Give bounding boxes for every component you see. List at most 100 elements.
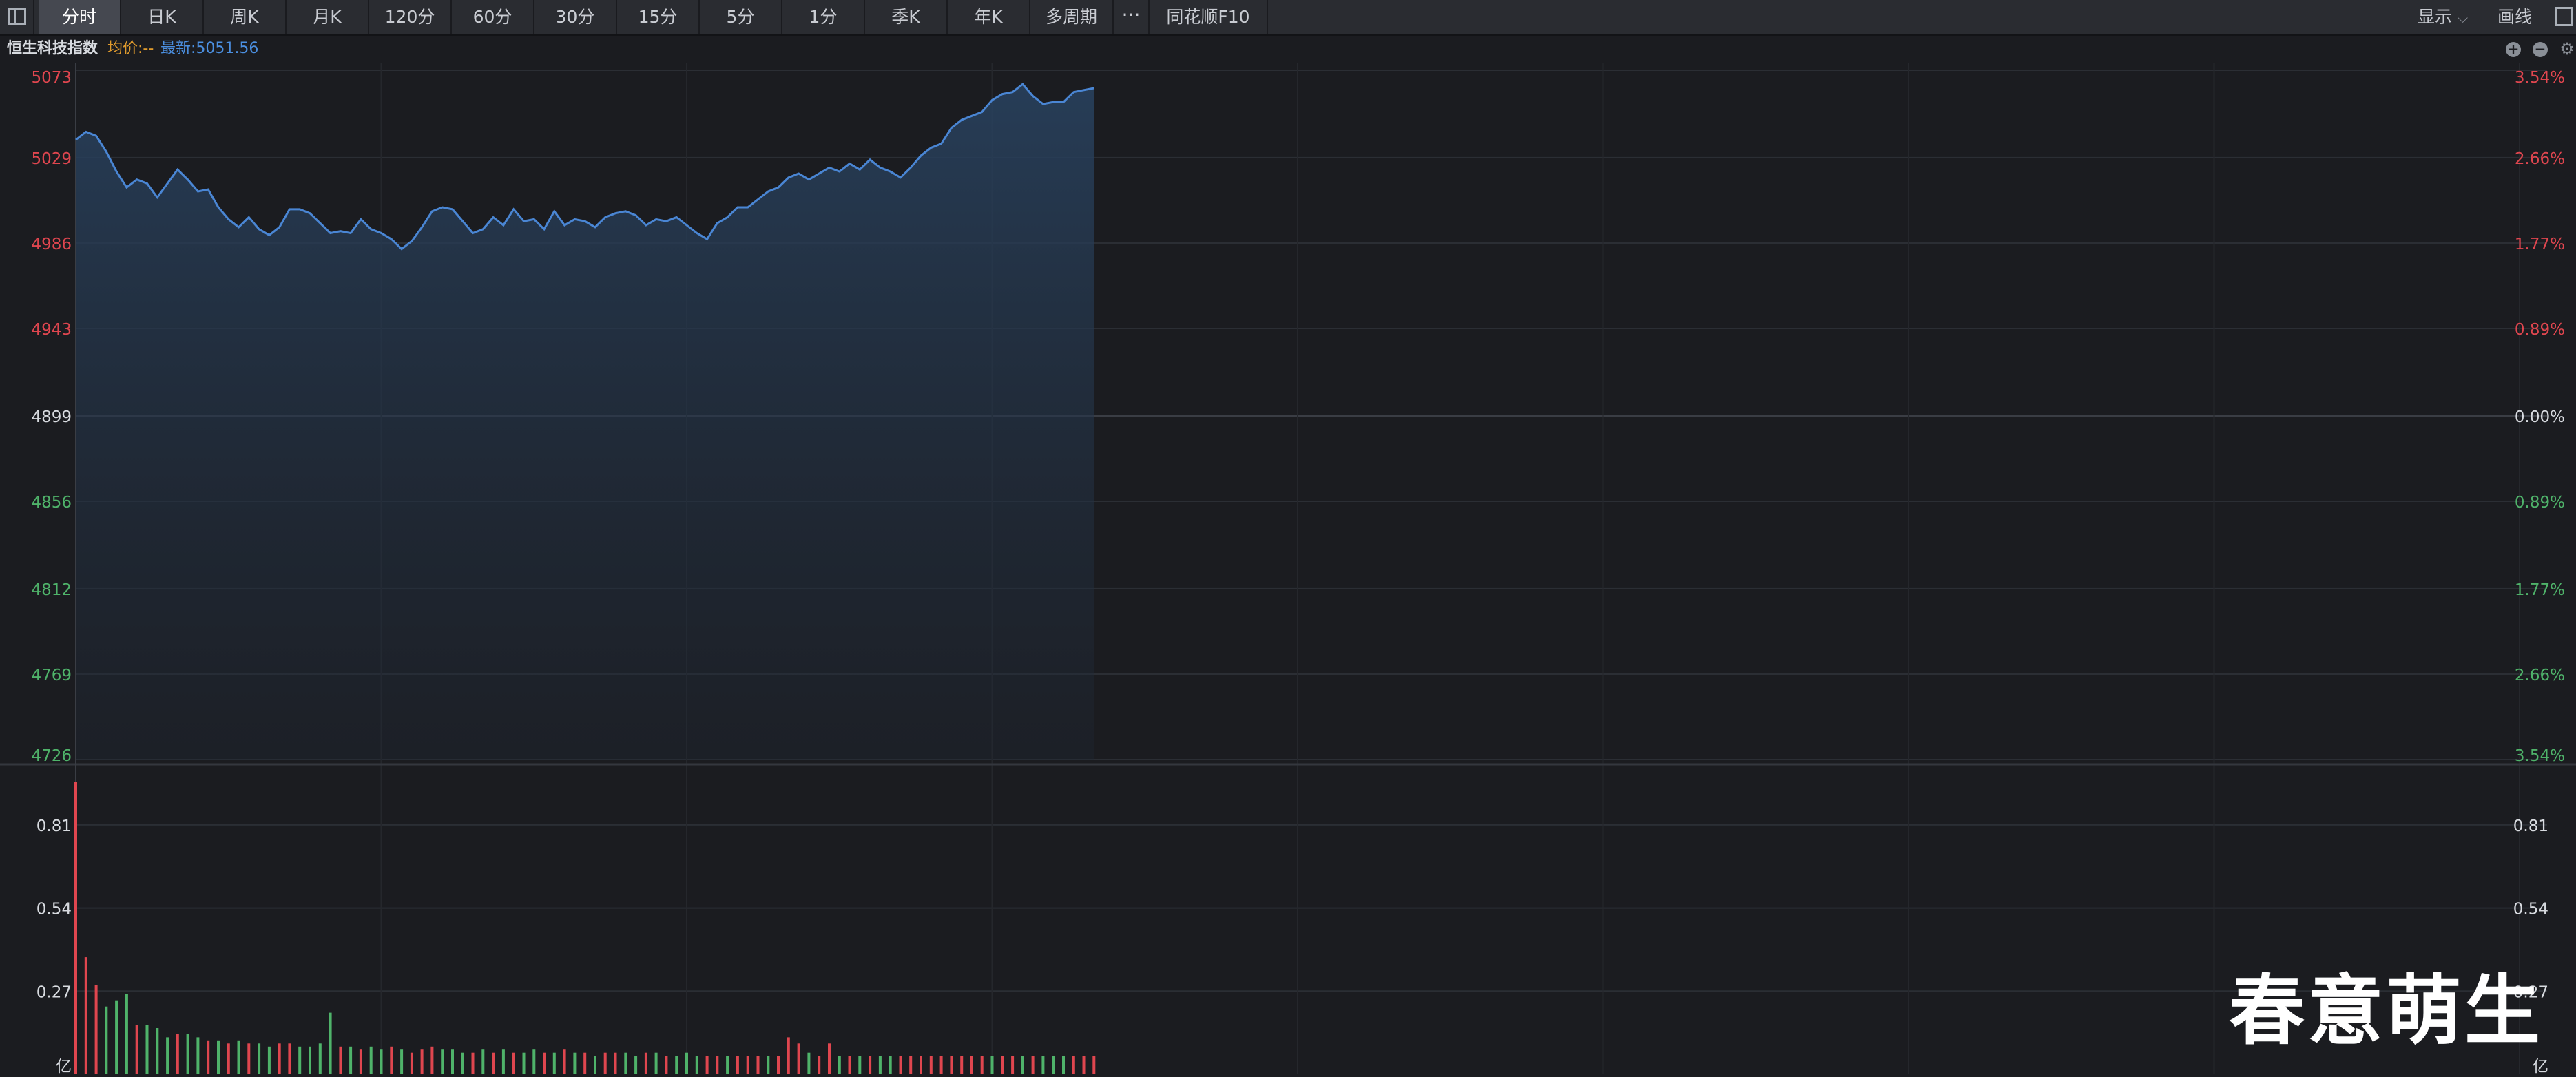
volume-axis-label-right: 亿 — [2533, 1058, 2548, 1076]
volume-bar — [594, 1056, 596, 1074]
volume-bar — [125, 994, 128, 1074]
volume-bar — [929, 1056, 933, 1074]
chart-info-bar: 恒生科技指数 均价:-- 最新:5051.56 + − ⚙ — [0, 36, 2576, 62]
more-icon[interactable]: ··· — [1114, 0, 1150, 34]
volume-bars — [74, 782, 1096, 1074]
volume-bar — [869, 1056, 872, 1074]
volume-bar — [451, 1049, 454, 1074]
tab-quarterly-k[interactable]: 季K — [865, 0, 948, 34]
change-pct-axis-label: 1.77% — [2515, 581, 2565, 599]
price-axis-label: 4943 — [31, 321, 72, 339]
latest-price: 最新:5051.56 — [160, 40, 259, 57]
volume-bar — [258, 1043, 261, 1074]
tab-monthly-k[interactable]: 月K — [287, 0, 369, 34]
volume-bar — [1052, 1056, 1055, 1074]
change-pct-axis-label: 3.54% — [2515, 747, 2565, 765]
volume-bar — [339, 1046, 342, 1074]
price-axis-label: 4856 — [31, 494, 72, 512]
change-pct-axis-label: 0.00% — [2515, 408, 2565, 426]
volume-bar — [828, 1043, 831, 1074]
volume-bar — [644, 1052, 647, 1074]
volume-bar — [186, 1034, 189, 1074]
volume-bar — [1021, 1056, 1024, 1074]
volume-bar — [522, 1052, 526, 1074]
volume-axis-label: 0.81 — [37, 817, 72, 835]
volume-bar — [838, 1056, 841, 1074]
volume-bar — [746, 1056, 749, 1074]
volume-bar — [920, 1056, 922, 1074]
volume-bar — [777, 1056, 780, 1074]
volume-bar — [166, 1037, 169, 1074]
change-pct-axis-label: 0.89% — [2515, 321, 2565, 339]
tab-15min[interactable]: 15分 — [617, 0, 700, 34]
volume-bar — [603, 1052, 607, 1074]
chevron-down-icon: ⌵ — [2457, 10, 2469, 26]
draw-line-button[interactable]: 画线 — [2497, 0, 2532, 34]
volume-bar — [1001, 1056, 1004, 1074]
tab-1min[interactable]: 1分 — [782, 0, 865, 34]
volume-bar — [878, 1056, 882, 1074]
volume-bar — [380, 1049, 383, 1074]
zoom-in-icon[interactable]: + — [2506, 42, 2521, 57]
volume-bar — [563, 1049, 566, 1074]
volume-bar — [767, 1056, 770, 1074]
volume-bar — [501, 1049, 505, 1074]
tab-weekly-k[interactable]: 周K — [204, 0, 287, 34]
volume-bar — [726, 1056, 729, 1074]
volume-bar — [359, 1049, 362, 1074]
volume-bar — [267, 1046, 271, 1074]
volume-bar — [481, 1049, 485, 1074]
volume-bar — [227, 1043, 230, 1074]
volume-bar — [614, 1052, 617, 1074]
volume-bar — [1011, 1056, 1015, 1074]
volume-bar — [939, 1056, 943, 1074]
volume-bar — [736, 1056, 739, 1074]
volume-bar — [400, 1049, 404, 1074]
volume-bar — [176, 1034, 179, 1074]
volume-bar — [288, 1043, 291, 1074]
volume-bar — [543, 1052, 546, 1074]
tab-intraday[interactable]: 分时 — [39, 0, 121, 34]
volume-axis-label: 0.27 — [37, 983, 72, 1001]
volume-bar — [756, 1056, 760, 1074]
volume-bar — [309, 1046, 311, 1074]
volume-bar — [716, 1056, 719, 1074]
panel-icon[interactable] — [2555, 7, 2573, 26]
volume-bar — [237, 1040, 240, 1074]
volume-bar — [298, 1046, 302, 1074]
volume-bar — [105, 1006, 108, 1074]
f10-button[interactable]: 同花顺F10 — [1150, 0, 1268, 34]
volume-bar — [512, 1052, 515, 1074]
volume-bar — [1062, 1056, 1065, 1074]
volume-bar — [492, 1052, 495, 1074]
volume-bar — [156, 1028, 159, 1074]
volume-bar — [950, 1056, 953, 1074]
change-pct-axis-label: 1.77% — [2515, 236, 2565, 253]
tab-60min[interactable]: 60分 — [452, 0, 534, 34]
sidebar-icon — [8, 8, 26, 25]
volume-bar — [960, 1056, 964, 1074]
volume-bar — [980, 1056, 984, 1074]
volume-bar — [1072, 1056, 1075, 1074]
index-name: 恒生科技指数 — [7, 40, 98, 57]
tab-120min[interactable]: 120分 — [369, 0, 452, 34]
gear-icon[interactable]: ⚙ — [2559, 41, 2575, 57]
tab-5min[interactable]: 5分 — [700, 0, 782, 34]
volume-axis-label: 0.54 — [37, 901, 72, 919]
volume-bar — [471, 1052, 475, 1074]
volume-axis-label-right: 0.81 — [2513, 817, 2548, 835]
volume-bar — [318, 1043, 322, 1074]
volume-bar — [818, 1056, 821, 1074]
tab-daily-k[interactable]: 日K — [121, 0, 204, 34]
tab-30min[interactable]: 30分 — [534, 0, 617, 34]
volume-bar — [1092, 1056, 1096, 1074]
display-menu[interactable]: 显示 ⌵ — [2418, 0, 2468, 34]
volume-bar — [685, 1052, 688, 1074]
tab-multi-period[interactable]: 多周期 — [1030, 0, 1114, 34]
zoom-out-icon[interactable]: − — [2533, 42, 2548, 57]
sidebar-toggle-button[interactable] — [0, 0, 34, 34]
volume-bar — [634, 1056, 638, 1074]
price-axis-label: 4899 — [31, 408, 72, 426]
tab-yearly-k[interactable]: 年K — [948, 0, 1030, 34]
volume-bar — [278, 1043, 281, 1074]
